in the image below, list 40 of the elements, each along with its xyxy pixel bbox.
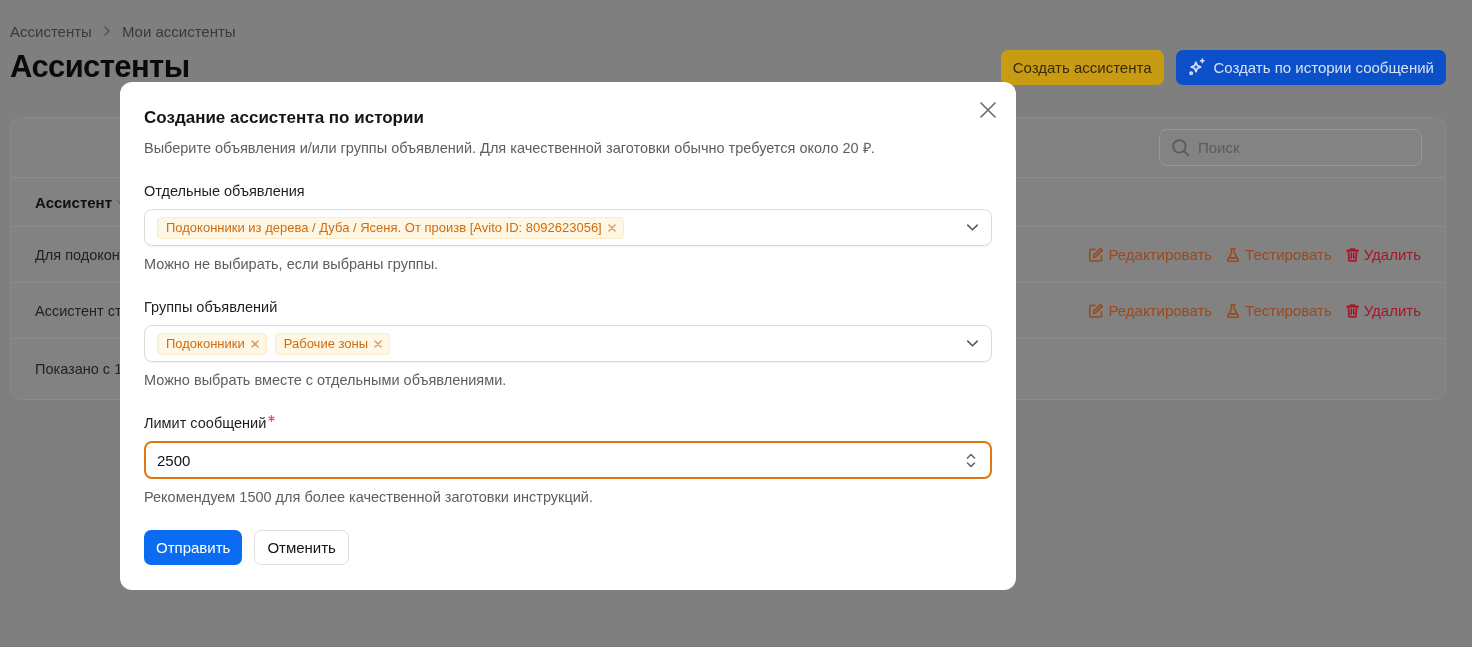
table-cell: Ассистент ст xyxy=(35,302,122,319)
multiselect-field[interactable]: Подоконники из дерева / Дуба / Ясеня. От произв [Avito ID: 8092623056] xyxy=(144,209,992,246)
breadcrumb-link[interactable]: Ассистенты xyxy=(10,22,92,40)
column-header[interactable]: Ассистент xyxy=(35,193,112,211)
search-icon xyxy=(1172,139,1189,156)
increment-icon[interactable] xyxy=(966,452,976,459)
decrement-icon[interactable] xyxy=(966,461,976,468)
submit-button[interactable]: Отправить xyxy=(144,530,243,565)
trash-icon xyxy=(1345,303,1359,318)
field-hint: Можно не выбирать, если выбраны группы. xyxy=(144,255,440,274)
modal-description: Выберите объявления и/или группы объявлений. Для качественной заготовки обычно требуется около 20 ₽. xyxy=(144,139,876,158)
cancel-button[interactable]: Отменить xyxy=(254,530,349,565)
tag-label: Подоконники xyxy=(166,336,245,351)
chevron-down-icon[interactable] xyxy=(967,340,978,347)
chevron-down-icon[interactable] xyxy=(967,224,978,231)
tag-label: Рабочие зоны xyxy=(283,336,369,351)
chevron-right-icon xyxy=(103,26,110,36)
number-field[interactable]: 2500 xyxy=(144,441,992,479)
sparkle-icon xyxy=(1187,58,1206,76)
create-from-history-button[interactable]: Создать по истории сообщений xyxy=(1175,49,1446,85)
close-icon[interactable] xyxy=(980,102,996,118)
flask-icon xyxy=(1226,303,1241,318)
delete-link[interactable]: Удалить xyxy=(1345,246,1421,263)
field-hint: Можно выбрать вместе с отдельными объявлениями. xyxy=(144,371,508,390)
modal-title: Создание ассистента по истории xyxy=(144,107,424,129)
edit-icon xyxy=(1089,303,1104,318)
table-cell: Для подокон xyxy=(35,246,120,263)
trash-icon xyxy=(1345,247,1359,262)
field-label: Лимит сообщений xyxy=(144,414,267,433)
create-button[interactable]: Создать ассистента xyxy=(1000,49,1164,85)
tag-label: Подоконники из дерева / Дуба / Ясеня. От произв [Avito ID: 8092623056] xyxy=(166,220,602,235)
field-label: Отдельные объявления xyxy=(144,182,305,201)
edit-icon xyxy=(1089,247,1104,262)
breadcrumb-current: Мои ассистенты xyxy=(121,22,236,40)
flask-icon xyxy=(1226,247,1241,262)
field-label: Группы объявлений xyxy=(144,298,278,317)
field-hint: Рекомендуем 1500 для более качественной заготовки инструкций. xyxy=(144,488,594,507)
page-title: Ассистенты xyxy=(10,49,190,85)
multiselect-field[interactable]: Подоконники Рабочие зоны xyxy=(144,325,992,362)
delete-link[interactable]: Удалить xyxy=(1345,302,1421,319)
